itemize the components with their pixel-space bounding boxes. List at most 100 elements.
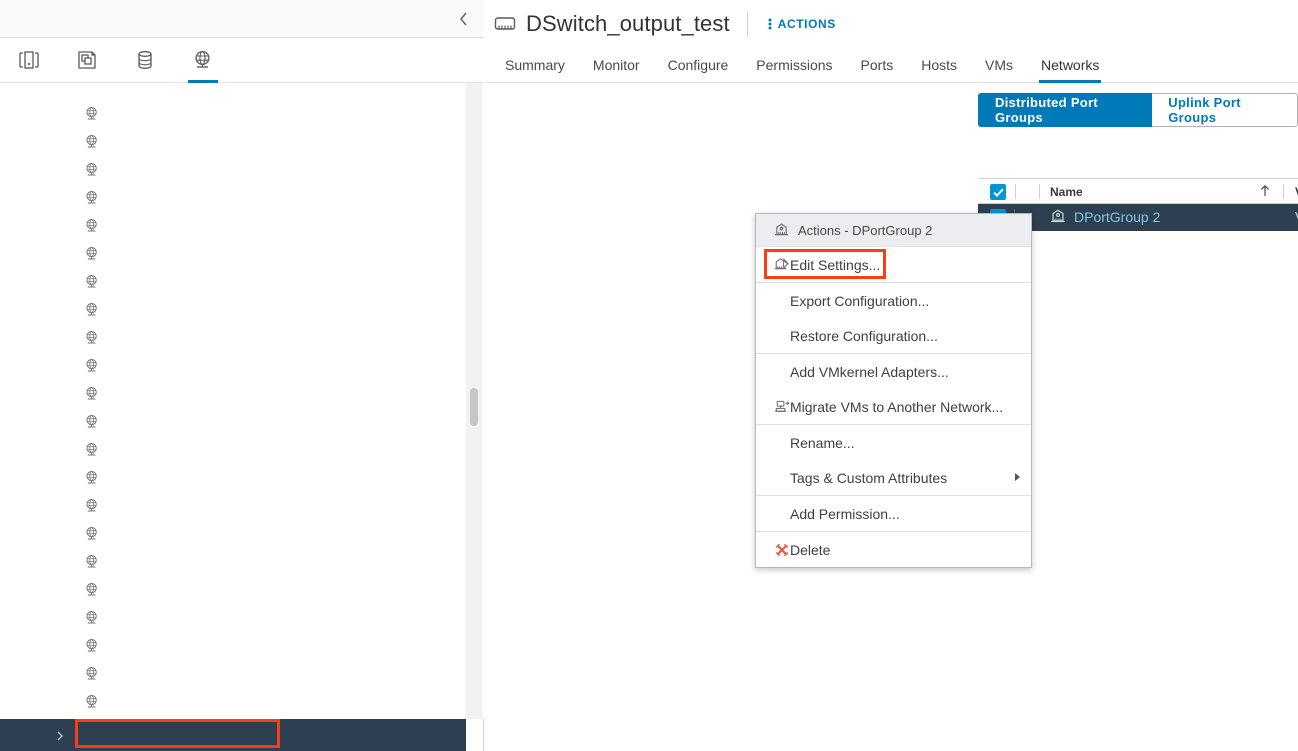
clipped-label-fragment: — — [190, 700, 203, 706]
tree-item[interactable] — [0, 297, 466, 323]
chevron-right-icon[interactable] — [54, 729, 66, 741]
inventory-tab-hosts-and-clusters[interactable] — [0, 38, 58, 83]
network-globe-icon — [83, 553, 101, 571]
menu-item-edit-settings[interactable]: Edit Settings... — [756, 247, 1031, 282]
actions-label: ACTIONS — [778, 17, 836, 31]
tree-item[interactable] — [0, 185, 466, 211]
menu-item-restore-configuration[interactable]: Restore Configuration... — [756, 318, 1031, 353]
migrate-vm-icon — [773, 399, 790, 415]
tree-item[interactable] — [0, 157, 466, 183]
menu-item-label: Restore Configuration... — [790, 328, 938, 344]
network-globe-icon — [83, 217, 101, 235]
inventory-tree-scrollbar[interactable] — [466, 83, 482, 719]
network-globe-icon — [83, 413, 101, 431]
tree-item[interactable] — [0, 241, 466, 267]
distributed-switch-icon — [494, 14, 516, 34]
tab-summary[interactable]: Summary — [491, 48, 579, 82]
network-globe-icon — [83, 469, 101, 487]
clipped-label-fragment: — — [430, 700, 443, 706]
tree-item[interactable] — [0, 437, 466, 463]
clipped-label-fragment: — — [228, 700, 241, 706]
tree-item[interactable] — [0, 465, 466, 491]
sort-ascending-icon[interactable] — [1259, 184, 1271, 198]
menu-item-tags-custom-attributes[interactable]: Tags & Custom Attributes — [756, 460, 1031, 495]
tree-item[interactable] — [0, 213, 466, 239]
select-all-checkbox[interactable] — [990, 184, 1006, 200]
tree-item[interactable] — [0, 409, 466, 435]
tree-item[interactable] — [0, 129, 466, 155]
port-group-icon — [773, 223, 790, 238]
vertical-dots-icon — [765, 17, 775, 31]
tree-item[interactable] — [0, 577, 466, 603]
edit-settings-icon — [773, 257, 790, 273]
menu-item-delete[interactable]: Delete — [756, 532, 1031, 567]
port-group-icon — [1049, 209, 1067, 225]
tree-item[interactable] — [0, 353, 466, 379]
context-menu-group: Edit Settings... — [756, 247, 1031, 283]
tab-uplink-port-groups[interactable]: Uplink Port Groups — [1152, 93, 1298, 127]
scrollbar-thumb[interactable] — [470, 388, 478, 426]
menu-item-rename[interactable]: Rename... — [756, 425, 1031, 460]
menu-item-label: Migrate VMs to Another Network... — [790, 399, 1003, 415]
inventory-tab-storage[interactable] — [116, 38, 174, 83]
inventory-view-tabs — [0, 38, 484, 83]
row-name-link[interactable]: DPortGroup 2 — [1074, 209, 1160, 225]
inventory-tab-vms-and-templates[interactable] — [58, 38, 116, 83]
vsphere-client-window: ——————— DSwitch_output_test — [0, 0, 1298, 751]
inventory-tab-networking[interactable] — [174, 38, 232, 83]
menu-item-label: Tags & Custom Attributes — [790, 470, 947, 486]
menu-item-export-configuration[interactable]: Export Configuration... — [756, 283, 1031, 318]
network-globe-icon — [83, 301, 101, 319]
tree-item[interactable] — [0, 521, 466, 547]
network-globe-icon — [83, 497, 101, 515]
menu-item-add-permission[interactable]: Add Permission... — [756, 496, 1031, 531]
menu-item-migrate-vms-to-another-network[interactable]: Migrate VMs to Another Network... — [756, 389, 1031, 424]
network-globe-icon — [83, 441, 101, 459]
chevron-left-icon[interactable] — [451, 6, 477, 32]
object-header: DSwitch_output_test ACTIONS — [485, 0, 1298, 48]
tree-item[interactable] — [0, 549, 466, 575]
clipped-label-fragment: — — [350, 700, 363, 706]
clipped-label-fragment: — — [310, 700, 323, 706]
actions-menu-button[interactable]: ACTIONS — [765, 17, 836, 31]
tree-item[interactable] — [0, 325, 466, 351]
tree-item[interactable] — [0, 381, 466, 407]
context-menu[interactable]: Actions - DPortGroup 2 Edit Settings... E… — [755, 213, 1032, 568]
network-globe-icon — [83, 385, 101, 403]
menu-item-label: Export Configuration... — [790, 293, 929, 309]
tree-item[interactable] — [0, 633, 466, 659]
network-globe-icon — [83, 161, 101, 179]
context-menu-header: Actions - DPortGroup 2 — [756, 214, 1031, 247]
tab-ports[interactable]: Ports — [847, 48, 908, 82]
context-menu-group: Rename... Tags & Custom Attributes — [756, 425, 1031, 496]
column-header-name[interactable]: Name — [1050, 179, 1083, 204]
network-globe-icon — [83, 273, 101, 291]
tree-item[interactable] — [0, 661, 466, 687]
network-globe-icon — [83, 357, 101, 375]
network-globe-icon — [83, 245, 101, 263]
tab-permissions[interactable]: Permissions — [742, 48, 846, 82]
network-globe-icon — [83, 525, 101, 543]
tree-item[interactable] — [0, 605, 466, 631]
context-menu-group: Delete — [756, 532, 1031, 567]
tree-item[interactable] — [0, 101, 466, 127]
menu-item-label: Delete — [790, 542, 830, 558]
submenu-arrow-icon — [1015, 473, 1020, 481]
menu-item-add-vmkernel-adapters[interactable]: Add VMkernel Adapters... — [756, 354, 1031, 389]
tab-configure[interactable]: Configure — [654, 48, 743, 82]
tree-item-dswitch-output-test[interactable]: DSwitch_output_test — [0, 719, 466, 751]
header-separator — [1015, 184, 1016, 199]
inventory-tree[interactable] — [0, 83, 484, 719]
network-globe-icon — [83, 609, 101, 627]
tab-hosts[interactable]: Hosts — [907, 48, 971, 82]
network-globe-icon — [83, 581, 101, 599]
tree-item[interactable] — [0, 269, 466, 295]
object-tab-bar: SummaryMonitorConfigurePermissionsPortsH… — [485, 48, 1298, 83]
port-group-table-header: Name VLAN ID NSX Port Group ID VNI — [978, 178, 1298, 204]
tree-item[interactable] — [0, 493, 466, 519]
tab-networks[interactable]: Networks — [1027, 48, 1113, 82]
tab-monitor[interactable]: Monitor — [579, 48, 654, 82]
tab-distributed-port-groups[interactable]: Distributed Port Groups — [978, 93, 1152, 127]
tab-vms[interactable]: VMs — [971, 48, 1027, 82]
clipped-label-fragment: — — [132, 700, 145, 706]
